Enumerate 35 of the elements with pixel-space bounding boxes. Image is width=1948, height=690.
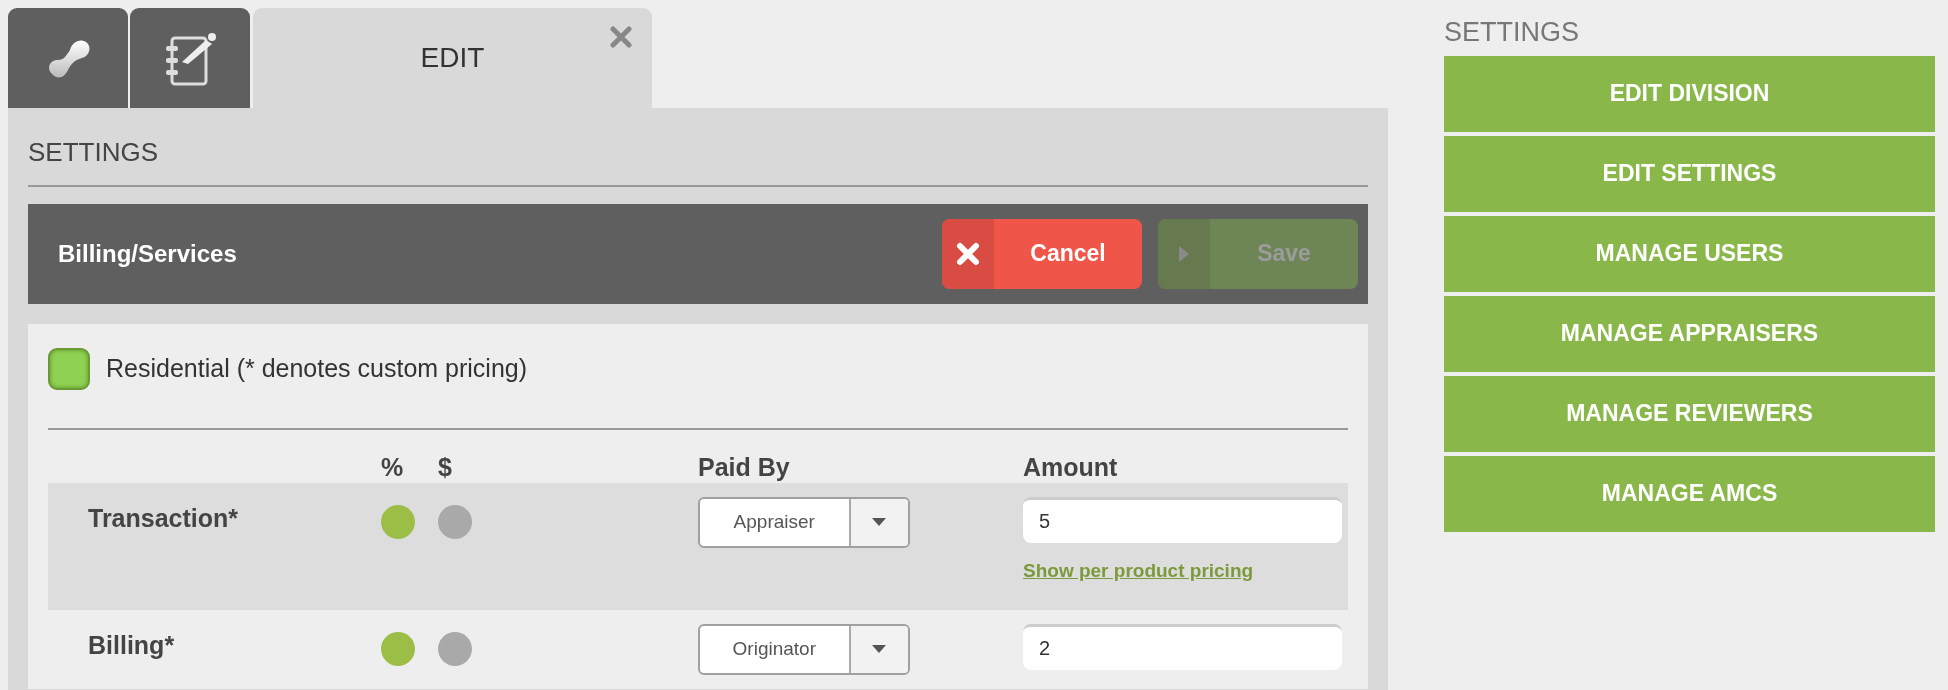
- sidebar-title: SETTINGS: [1444, 18, 1580, 48]
- link[interactable]: Show per product pricing: [1023, 556, 1254, 586]
- radio-button[interactable]: [381, 504, 415, 539]
- sidebar-button[interactable]: EDIT SETTINGS: [1444, 135, 1935, 212]
- caret-icon: [872, 518, 887, 527]
- tab[interactable]: EDIT: [253, 8, 652, 108]
- checkbox[interactable]: [48, 347, 90, 390]
- column-header: Paid By: [698, 451, 790, 482]
- sidebar-button[interactable]: MANAGE USERS: [1444, 215, 1935, 292]
- cancel-button[interactable]: Cancel: [942, 218, 1142, 289]
- dropdown[interactable]: Appraiser: [698, 496, 910, 548]
- panel-title: Billing/Services: [58, 238, 237, 269]
- close-icon: [956, 241, 980, 266]
- row-label: Billing*: [87, 629, 175, 660]
- checkbox-label: Residential (* denotes custom pricing): [106, 352, 528, 384]
- sidebar-button[interactable]: MANAGE AMCS: [1444, 455, 1935, 532]
- radio-button[interactable]: [438, 631, 472, 666]
- play-icon: [1177, 243, 1191, 264]
- row-label: Transaction*: [87, 502, 239, 533]
- section-title: SETTINGS: [28, 108, 1368, 187]
- column-header: Amount: [1023, 451, 1118, 482]
- dropdown[interactable]: Originator: [698, 623, 910, 675]
- close-icon[interactable]: [610, 26, 632, 48]
- tab[interactable]: [130, 8, 250, 108]
- sidebar-button[interactable]: MANAGE REVIEWERS: [1444, 375, 1935, 452]
- radio-button[interactable]: [381, 631, 415, 666]
- sidebar-button[interactable]: EDIT DIVISION: [1444, 55, 1935, 132]
- radio-button[interactable]: [438, 504, 472, 539]
- caret-icon: [872, 645, 887, 654]
- column-header: %: [381, 451, 404, 482]
- input-field[interactable]: 5: [1023, 496, 1342, 543]
- tab[interactable]: [8, 8, 128, 108]
- column-header: $: [438, 451, 452, 482]
- input-field[interactable]: 2: [1023, 623, 1342, 670]
- sidebar-button[interactable]: MANAGE APPRAISERS: [1444, 295, 1935, 372]
